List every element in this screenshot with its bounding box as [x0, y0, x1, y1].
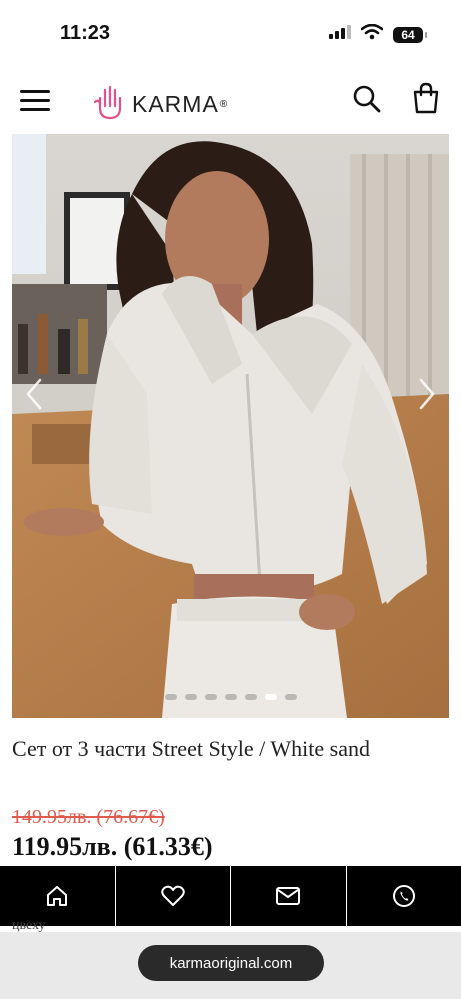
site-header: KARMA ® — [0, 66, 461, 134]
status-icons: 64 — [329, 23, 427, 45]
brand-registered-mark: ® — [219, 99, 228, 110]
gallery-next-button[interactable] — [411, 374, 441, 414]
gallery-pagination — [12, 694, 449, 700]
product-title: Сет от 3 части Street Style / White sand — [12, 736, 370, 761]
gallery-dot[interactable] — [264, 694, 277, 700]
gallery-prev-button[interactable] — [20, 374, 50, 414]
status-time: 11:23 — [60, 22, 111, 44]
phone-icon — [392, 885, 415, 907]
gallery-dot[interactable] — [164, 694, 177, 700]
chevron-left-icon — [26, 378, 42, 410]
url-bar[interactable]: karmaoriginal.com — [138, 945, 324, 981]
peek-text: цвеху — [12, 922, 46, 932]
battery-icon: 64 — [393, 26, 427, 43]
old-price: 149.95лв. (76.67€) — [12, 806, 165, 828]
gallery-dot[interactable] — [244, 694, 257, 700]
nav-wishlist-button[interactable] — [116, 866, 231, 926]
bottom-nav — [0, 866, 461, 926]
home-icon — [47, 886, 68, 906]
gallery-dot[interactable] — [204, 694, 217, 700]
product-gallery[interactable] — [12, 134, 449, 718]
chevron-right-icon — [419, 378, 435, 410]
brand-name: KARMA — [132, 91, 219, 117]
search-icon[interactable] — [352, 84, 382, 114]
mail-icon — [276, 887, 301, 905]
nav-home-button[interactable] — [0, 866, 116, 926]
signal-icon — [329, 25, 351, 44]
heart-icon — [161, 885, 185, 906]
brand-logo[interactable]: KARMA ® — [93, 84, 228, 125]
status-bar: 11:23 64 — [0, 0, 461, 66]
wifi-icon — [360, 23, 384, 45]
nav-phone-button[interactable] — [347, 866, 461, 926]
product-photo — [12, 134, 449, 718]
browser-bar: karmaoriginal.com — [0, 932, 461, 999]
logo-hand-icon — [93, 84, 126, 125]
gallery-dot[interactable] — [284, 694, 297, 700]
gallery-dot[interactable] — [184, 694, 197, 700]
shopping-bag-icon[interactable] — [412, 82, 440, 114]
current-price: 119.95лв. (61.33€) — [12, 832, 213, 861]
gallery-dot[interactable] — [224, 694, 237, 700]
menu-icon[interactable] — [20, 88, 50, 112]
nav-mail-button[interactable] — [231, 866, 347, 926]
